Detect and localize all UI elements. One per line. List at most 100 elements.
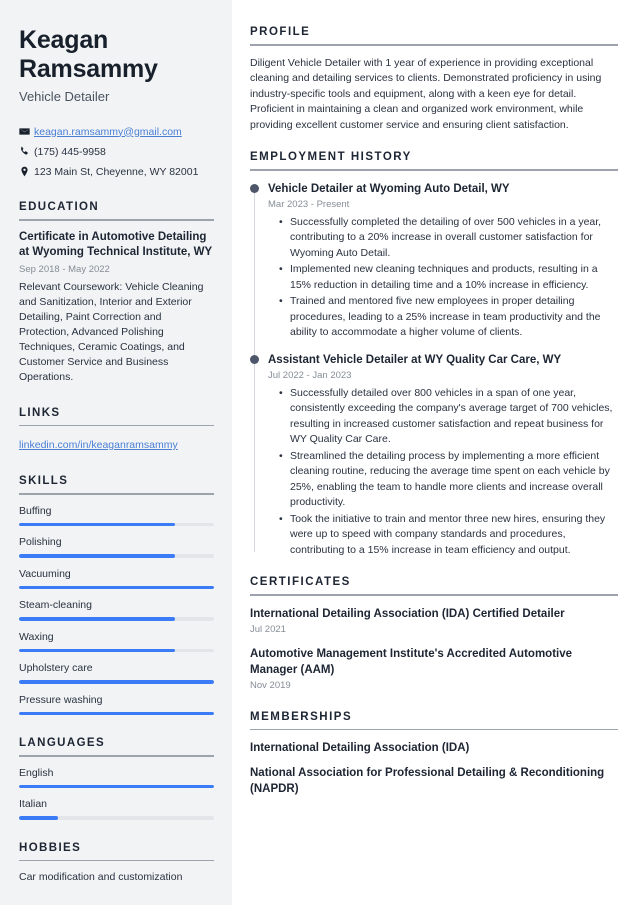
skill-row: Waxing [19,630,214,652]
employment-heading: EMPLOYMENT HISTORY [250,151,412,163]
links-divider [19,424,214,426]
job-role: Assistant Vehicle Detailer at WY Quality… [268,353,562,366]
skill-row: Buffing [19,504,214,526]
languages-heading: LANGUAGES [19,737,106,749]
skill-meter-track [19,711,214,715]
skill-meter-fill [19,680,214,684]
phone-text: (175) 445-9958 [34,145,106,158]
skill-meter-track [19,648,214,652]
education-description: Relevant Coursework: Vehicle Cleaning an… [19,280,204,383]
skill-row: Polishing [19,535,214,558]
job-bullet: Successfully detailed over 800 vehicles … [279,386,618,448]
hobby-item: Car modification and customization [19,871,183,883]
section-skills: SKILLS Buffing Polishing Vacuuming Steam-cl… [19,475,214,715]
certificate-item: Automotive Management Institute's Accred… [250,646,618,693]
language-row: English [19,766,214,788]
language-row: Italian [19,797,214,820]
location-pin-icon [19,166,34,177]
education-degree: Certificate in Automotive Detailing at W… [19,230,213,259]
language-meter-fill [19,816,58,820]
employment-timeline: Vehicle Detailer at Wyoming Auto Detail,… [250,181,618,559]
education-divider [19,219,214,221]
certificate-date: Nov 2019 [250,679,291,691]
skill-meter-track [19,585,214,589]
skill-row: Upholstery care [19,661,214,684]
contact-email-row[interactable]: keagan.ramsammy@gmail.com [19,124,214,139]
sidebar: Keagan Ramsammy Vehicle Detailer keagan.… [0,0,232,905]
resume-page: Keagan Ramsammy Vehicle Detailer keagan.… [0,0,640,905]
section-links: LINKS linkedin.com/in/keaganramsammy [19,407,214,454]
education-date: Sep 2018 - May 2022 [19,263,110,275]
skills-divider [19,493,214,495]
section-education: EDUCATION Certificate in Automotive Deta… [19,201,214,385]
candidate-name: Keagan Ramsammy [19,26,158,83]
candidate-job-title: Vehicle Detailer [19,89,110,104]
job-date: Mar 2023 - Present [268,198,350,210]
profile-text: Diligent Vehicle Detailer with 1 year of… [250,56,602,131]
certificate-date: Jul 2021 [250,623,286,635]
skill-label: Vacuuming [19,567,71,580]
skill-meter-track [19,680,214,684]
language-meter-track [19,816,214,820]
skill-label: Steam-cleaning [19,599,92,611]
job-bullet: Successfully completed the detailing of … [279,215,618,262]
language-meter-track [19,784,214,788]
timeline-dot-icon [250,183,259,193]
link-item-linkedin[interactable]: linkedin.com/in/keaganramsammy [19,439,178,451]
certificate-name: Automotive Management Institute's Accred… [250,647,573,676]
certificate-item: International Detailing Association (IDA… [250,606,618,637]
skill-label: Waxing [19,630,54,643]
section-profile: PROFILE Diligent Vehicle Detailer with 1… [250,26,618,133]
membership-item: National Association for Professional De… [250,767,605,795]
skill-meter-fill [19,711,214,715]
job-entry: Vehicle Detailer at Wyoming Auto Detail,… [250,181,618,341]
envelope-icon [19,126,34,137]
section-languages: LANGUAGES English Italian [19,737,214,820]
membership-item: International Detailing Association (IDA… [250,742,470,754]
job-entry: Assistant Vehicle Detailer at WY Quality… [250,352,618,559]
skill-row: Vacuuming [19,567,214,589]
languages-divider [19,755,214,757]
job-bullet-list: Successfully detailed over 800 vehicles … [268,386,618,559]
email-link[interactable]: keagan.ramsammy@gmail.com [34,125,182,139]
skill-meter-fill [19,585,214,589]
timeline-dot-icon [250,354,259,364]
job-bullet: Implemented new cleaning techniques and … [279,262,618,293]
skill-meter-fill [19,617,175,621]
job-role: Vehicle Detailer at Wyoming Auto Detail,… [268,182,510,195]
skill-row: Steam-cleaning [19,598,214,621]
certificate-name: International Detailing Association (IDA… [250,607,565,620]
memberships-list: International Detailing Association (IDA… [250,740,618,797]
hobbies-divider [19,859,214,861]
skill-meter-track [19,522,214,526]
skill-label: Upholstery care [19,662,93,674]
certificates-list: International Detailing Association (IDA… [250,606,618,693]
job-bullet-list: Successfully completed the detailing of … [268,215,618,341]
skills-list: Buffing Polishing Vacuuming Steam-cleaning W… [19,504,214,715]
links-heading: LINKS [19,406,61,419]
skill-label: Polishing [19,536,62,548]
section-certificates: CERTIFICATES International Detailing Ass… [250,576,618,693]
certificates-divider [250,594,618,596]
education-heading: EDUCATION [19,201,100,213]
address-text: 123 Main St, Cheyenne, WY 82001 [34,165,199,178]
contact-list: keagan.ramsammy@gmail.com (175) 445-9958… [19,124,214,179]
skill-label: Pressure washing [19,693,103,706]
skill-meter-fill [19,554,175,558]
skill-meter-fill [19,648,175,652]
certificates-heading: CERTIFICATES [250,576,351,588]
job-bullet: Trained and mentored five new employees … [279,294,618,341]
skill-meter-track [19,554,214,558]
memberships-divider [250,728,618,730]
language-label: English [19,766,54,779]
skills-heading: SKILLS [19,475,69,487]
skill-row: Pressure washing [19,693,214,715]
languages-list: English Italian [19,766,214,820]
employment-divider [250,169,618,171]
job-bullet: Streamlined the detailing process by imp… [279,449,618,511]
profile-divider [250,44,618,46]
language-meter-fill [19,784,214,788]
skill-meter-fill [19,522,175,526]
profile-heading: PROFILE [250,26,311,38]
section-memberships: MEMBERSHIPS International Detailing Asso… [250,711,618,798]
